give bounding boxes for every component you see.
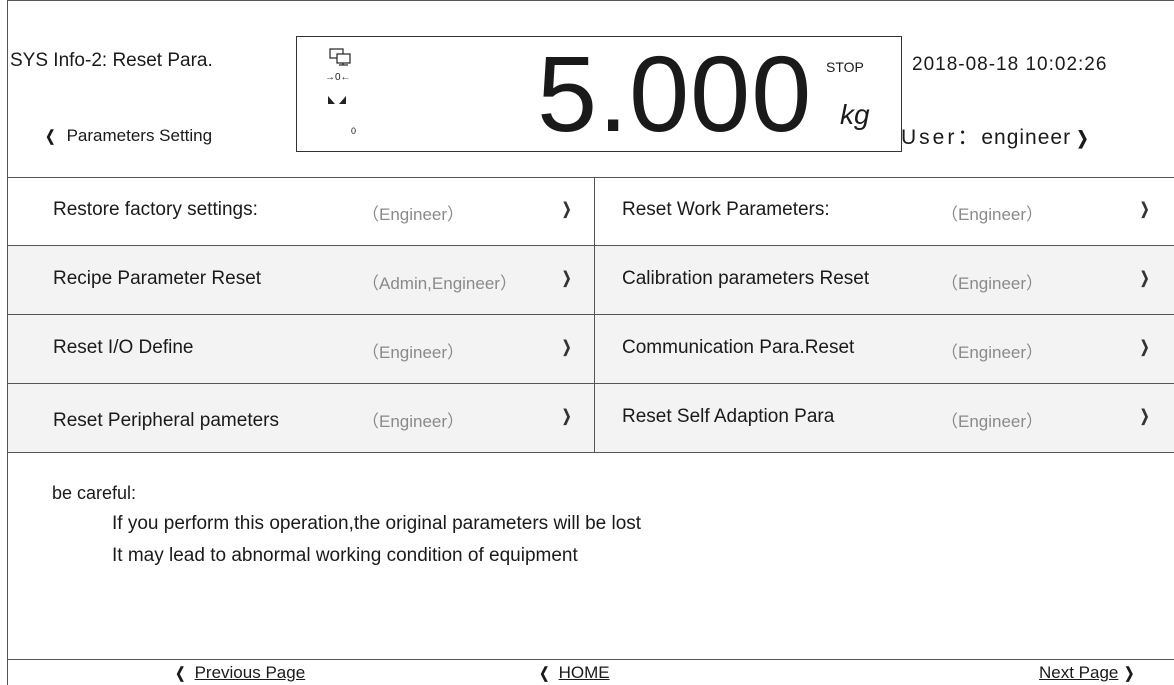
user-name: engineer [981,126,1072,149]
communication-para-reset-item[interactable]: Communication Para.Reset （Engineer） ❯ [595,315,1174,383]
zero-indicator-icon: →0← [325,72,351,83]
reset-row: Recipe Parameter Reset （Admin,Engineer） … [8,246,1174,315]
next-page-label: Next Page [1039,663,1119,682]
chevron-right-icon: ❯ [1140,201,1150,218]
item-name: Communication Para.Reset [622,337,855,358]
weight-display: →0← 0 5.000 STOP kg [296,36,902,152]
warning-title: be careful: [52,483,137,503]
item-role: （Engineer） [362,343,465,362]
item-name: Reset Self Adaption Para [622,406,835,427]
chevron-right-icon: ❯ [1140,408,1150,425]
chevron-left-icon: ❮ [175,665,186,682]
item-name: Reset Peripheral pameters [53,410,279,431]
chevron-right-icon: ❯ [1140,270,1150,287]
reset-row: Reset I/O Define （Engineer） ❯ Communicat… [8,315,1174,384]
user-label: User： [901,126,982,149]
home-label: HOME [558,663,610,682]
calibration-parameters-reset-item[interactable]: Calibration parameters Reset （Engineer） … [595,246,1174,314]
item-role: （Engineer） [941,412,1044,431]
item-name: Restore factory settings: [53,199,258,220]
warning-panel: be careful: If you perform this operatio… [8,453,1174,660]
weight-value: 5.000 [537,33,813,154]
item-role: （Admin,Engineer） [362,274,517,293]
chevron-right-icon: ❯ [1140,339,1150,356]
item-name: Reset I/O Define [53,337,194,358]
reset-work-parameters-item[interactable]: Reset Work Parameters: （Engineer） ❯ [595,177,1174,245]
item-role: （Engineer） [941,343,1044,362]
stable-indicator-icon [328,96,346,104]
status-label: STOP [826,59,864,75]
reset-options-grid: Restore factory settings: （Engineer） ❯ R… [8,177,1174,453]
next-page-link[interactable]: Next Page ❯ [1039,663,1136,683]
reset-row: Restore factory settings: （Engineer） ❯ R… [8,177,1174,246]
back-to-parameters-setting[interactable]: ❮ Parameters Setting [44,126,212,146]
restore-factory-settings-item[interactable]: Restore factory settings: （Engineer） ❯ [8,177,595,245]
item-role: （Engineer） [941,205,1044,224]
user-selector[interactable]: User：engineer ❯ [901,121,1090,151]
item-role: （Engineer） [362,412,465,431]
warning-line: It may lead to abnormal working conditio… [112,545,578,566]
previous-page-label: Previous Page [194,663,306,682]
back-label: Parameters Setting [66,126,213,145]
chevron-left-icon: ❮ [45,128,56,145]
unit-label: kg [840,99,870,130]
chevron-left-icon: ❮ [539,665,550,682]
chevron-right-icon: ❯ [562,339,572,356]
recipe-parameter-reset-item[interactable]: Recipe Parameter Reset （Admin,Engineer） … [8,246,595,314]
item-role: （Engineer） [941,274,1044,293]
chevron-right-icon: ❯ [562,201,572,218]
previous-page-link[interactable]: ❮ Previous Page [174,663,305,683]
item-role: （Engineer） [362,205,465,224]
reset-self-adaption-para-item[interactable]: Reset Self Adaption Para （Engineer） ❯ [595,384,1174,452]
item-name: Recipe Parameter Reset [53,268,262,289]
home-link[interactable]: ❮ HOME [538,663,610,683]
chevron-right-icon: ❯ [1076,128,1089,148]
sub-indicator-value: 0 [351,126,357,136]
chevron-right-icon: ❯ [1124,665,1135,682]
chevron-right-icon: ❯ [562,270,572,287]
header: SYS Info-2: Reset Para. ❮ Parameters Sett… [8,1,1174,178]
screen: SYS Info-2: Reset Para. ❮ Parameters Sett… [7,0,1174,685]
reset-row: Reset Peripheral pameters （Engineer） ❯ R… [8,384,1174,453]
datetime: 2018-08-18 10:02:26 [912,54,1108,75]
page-title: SYS Info-2: Reset Para. [10,50,213,71]
chevron-right-icon: ❯ [562,408,572,425]
reset-io-define-item[interactable]: Reset I/O Define （Engineer） ❯ [8,315,595,383]
item-name: Reset Work Parameters: [622,199,830,220]
warning-line: If you perform this operation,the origin… [112,513,642,534]
item-name: Calibration parameters Reset [622,268,870,289]
reset-peripheral-parameters-item[interactable]: Reset Peripheral pameters （Engineer） ❯ [8,384,595,452]
network-icon [329,48,351,66]
